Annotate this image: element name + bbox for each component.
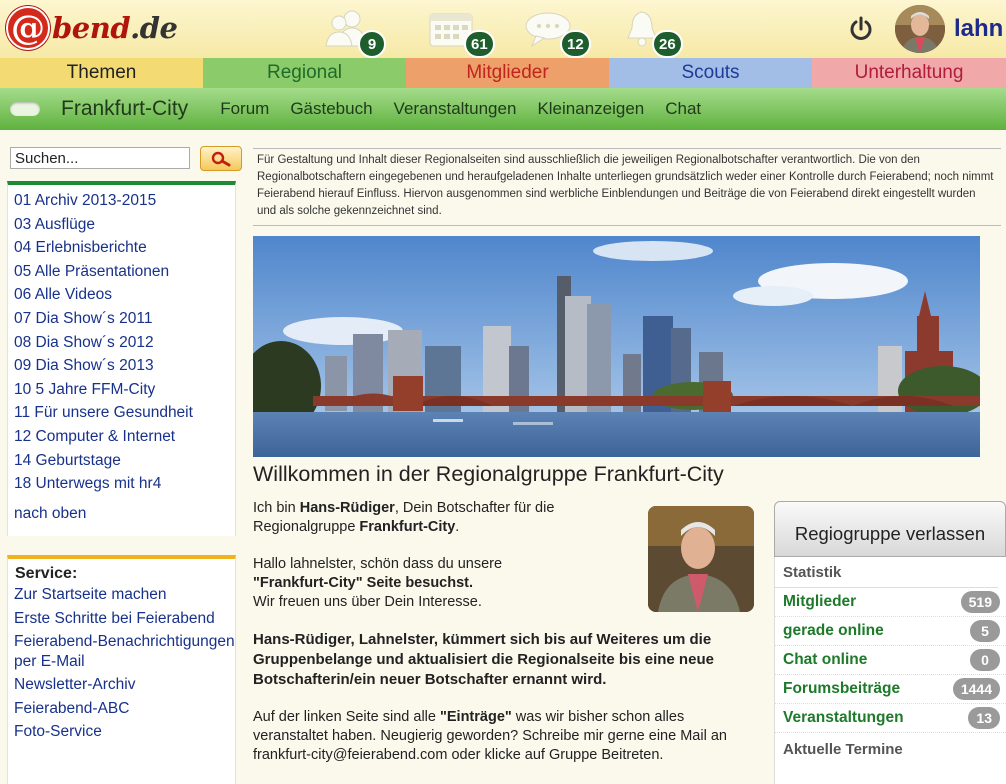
messages-count-badge: 12 — [560, 30, 591, 58]
search-button[interactable] — [200, 146, 242, 171]
stat-label[interactable]: Mitglieder — [783, 593, 856, 611]
archive-nav: 01 Archiv 2013-2015 03 Ausflüge 04 Erleb… — [7, 181, 236, 536]
subnav-chat[interactable]: Chat — [665, 99, 701, 119]
stat-value: 13 — [968, 707, 1000, 729]
logo-word: bend — [52, 11, 131, 45]
calendar-count-badge: 61 — [464, 30, 495, 58]
frankfurt-skyline-photo — [253, 236, 980, 457]
archive-link[interactable]: 06 Alle Videos — [8, 283, 235, 307]
archive-link[interactable]: 03 Ausflüge — [8, 213, 235, 237]
tab-scouts[interactable]: Scouts — [609, 58, 812, 88]
archive-link[interactable]: 09 Dia Show´s 2013 — [8, 354, 235, 378]
archive-link[interactable]: 07 Dia Show´s 2011 — [8, 307, 235, 331]
stat-value: 5 — [970, 620, 1000, 642]
stat-label[interactable]: Chat online — [783, 651, 867, 669]
stat-label[interactable]: Forumsbeiträge — [783, 680, 900, 698]
subnav-veranstaltungen[interactable]: Veranstaltungen — [394, 99, 517, 119]
statistics-heading: Statistik — [775, 557, 998, 588]
power-icon[interactable] — [846, 14, 876, 44]
stat-label[interactable]: gerade online — [783, 622, 884, 640]
region-title[interactable]: Frankfurt-City — [61, 97, 188, 121]
friends-notification[interactable]: 9 — [322, 8, 386, 58]
archive-link[interactable]: 18 Unterwegs mit hr4 — [8, 472, 235, 496]
service-heading: Service: — [15, 565, 78, 582]
disclaimer-text: Für Gestaltung und Inhalt dieser Regiona… — [253, 148, 1001, 226]
stat-row[interactable]: Forumsbeiträge 1444 — [775, 675, 1006, 704]
archive-link[interactable]: 08 Dia Show´s 2012 — [8, 331, 235, 355]
service-link-erste-schritte[interactable]: Erste Schritte bei Feierabend — [8, 609, 235, 629]
group-name: Frankfurt-City — [359, 519, 456, 535]
calendar-notification[interactable]: 61 — [428, 8, 495, 58]
friends-count-badge: 9 — [358, 30, 386, 58]
search-icon — [211, 151, 231, 166]
subnav-forum[interactable]: Forum — [220, 99, 269, 119]
messages-notification[interactable]: 12 — [524, 8, 591, 58]
service-link-foto[interactable]: Foto-Service — [8, 722, 235, 742]
stat-value: 0 — [970, 649, 1000, 671]
ambassador-photo — [648, 506, 754, 612]
logo[interactable]: @ bend.de — [6, 4, 178, 52]
archive-link[interactable]: 10 5 Jahre FFM-City — [8, 378, 235, 402]
user-avatar[interactable] — [895, 5, 945, 53]
stat-row[interactable]: Veranstaltungen 13 — [775, 704, 1006, 733]
ambassador-name: Hans-Rüdiger — [299, 500, 395, 516]
search-input[interactable] — [10, 147, 190, 169]
logo-at-sign: @ — [6, 6, 50, 50]
statistics-panel: Statistik Mitglieder 519 gerade online 5… — [774, 557, 1006, 784]
tab-regional[interactable]: Regional — [203, 58, 406, 88]
back-to-top-link[interactable]: nach oben — [8, 502, 235, 526]
stat-row[interactable]: gerade online 5 — [775, 617, 1006, 646]
stat-row[interactable]: Mitglieder 519 — [775, 588, 1006, 617]
tab-mitglieder[interactable]: Mitglieder — [406, 58, 609, 88]
stat-value: 519 — [960, 591, 1000, 613]
service-link-abc[interactable]: Feierabend-ABC — [8, 699, 235, 719]
archive-link[interactable]: 04 Erlebnisberichte — [8, 236, 235, 260]
region-subnav: Frankfurt-City Forum Gästebuch Veranstal… — [0, 88, 1006, 130]
alerts-count-badge: 26 — [652, 30, 683, 58]
archive-link[interactable]: 11 Für unsere Gesundheit — [8, 401, 235, 425]
main-tabs: Themen Regional Mitglieder Scouts Unterh… — [0, 58, 1006, 88]
username[interactable]: lahn — [954, 15, 1003, 43]
archive-link[interactable]: 12 Computer & Internet — [8, 425, 235, 449]
service-link-benachrichtigungen[interactable]: Feierabend-Benachrichtigungen per E-Mail — [8, 632, 235, 671]
archive-link[interactable]: 14 Geburtstage — [8, 449, 235, 473]
stat-value: 1444 — [952, 678, 1000, 700]
menu-toggle[interactable] — [10, 102, 40, 116]
alerts-notification[interactable]: 26 — [622, 8, 683, 58]
stat-row[interactable]: Chat online 0 — [775, 646, 1006, 675]
subnav-gaestebuch[interactable]: Gästebuch — [290, 99, 372, 119]
archive-link[interactable]: 01 Archiv 2013-2015 — [8, 189, 235, 213]
upcoming-events-heading: Aktuelle Termine — [783, 741, 903, 758]
logo-tld: .de — [130, 11, 178, 45]
service-nav: Service: Zur Startseite machen Erste Sch… — [7, 555, 236, 784]
service-link-startseite[interactable]: Zur Startseite machen — [8, 585, 235, 605]
search-box — [10, 146, 242, 171]
top-bar: @ bend.de 9 61 12 26 lahn — [0, 0, 1006, 58]
service-link-newsletter[interactable]: Newsletter-Archiv — [8, 675, 235, 695]
stat-label[interactable]: Veranstaltungen — [783, 709, 904, 727]
leave-group-button[interactable]: Regiogruppe verlassen — [774, 501, 1006, 557]
subnav-kleinanzeigen[interactable]: Kleinanzeigen — [537, 99, 644, 119]
archive-link[interactable]: 05 Alle Präsentationen — [8, 260, 235, 284]
tab-unterhaltung[interactable]: Unterhaltung — [812, 58, 1006, 88]
ambassador-notice: Hans-Rüdiger, Lahnelster, kümmert sich b… — [253, 631, 714, 688]
tab-themen[interactable]: Themen — [0, 58, 203, 88]
page-title: Willkommen in der Regionalgruppe Frankfu… — [253, 462, 724, 486]
